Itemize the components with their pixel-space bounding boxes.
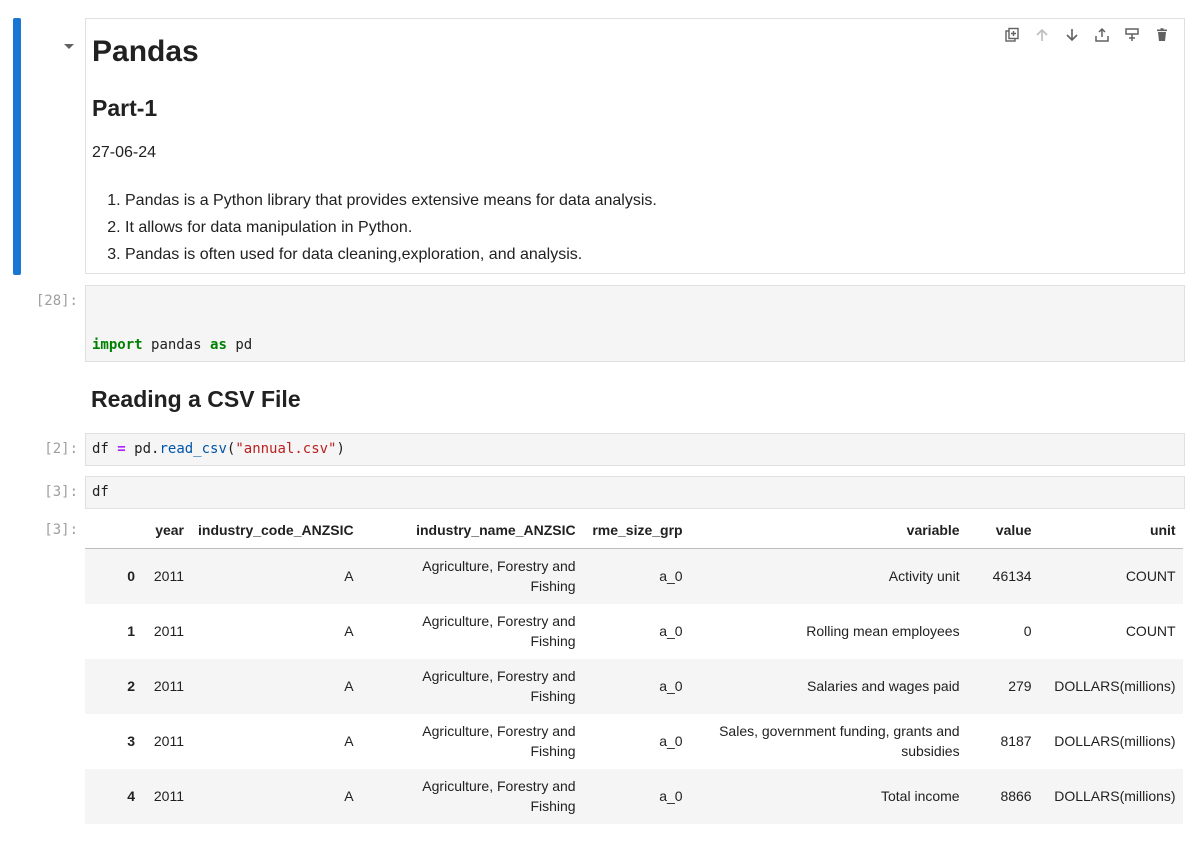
cell-value: 8866 <box>1000 788 1032 804</box>
cell-size: a_0 <box>659 788 683 804</box>
cell-value: 279 <box>1008 678 1032 694</box>
cell-variable: Sales, government funding, grants and sub… <box>719 723 960 759</box>
code-cell-read-csv[interactable]: df = pd.read_csv("annual.csv") <box>85 433 1185 466</box>
code-cell-import[interactable]: import pandas as pd <box>85 285 1185 362</box>
move-up-icon[interactable] <box>1032 25 1052 45</box>
row-index: 3 <box>127 733 135 749</box>
column-header: variable <box>689 512 967 549</box>
cell-unit: COUNT <box>1125 568 1176 585</box>
dataframe-table: year industry_code_ANZSIC industry_name_… <box>85 512 1183 844</box>
cell-industry-name: Agriculture, Forestry and Fishing <box>422 668 576 704</box>
cell-prompt: [28]: <box>35 293 78 309</box>
cell-unit: DOLLARS(millions) <box>1054 788 1176 804</box>
cell-year: 2011 <box>153 678 184 694</box>
table-row: 3 2011 A Agriculture, Forestry and Fishin… <box>85 714 1183 769</box>
operator: = <box>117 441 126 457</box>
move-down-icon[interactable] <box>1062 25 1082 45</box>
cell-code: A <box>344 678 354 694</box>
cell-size: a_0 <box>659 623 683 639</box>
duplicate-icon[interactable] <box>1002 25 1022 45</box>
cell-variable: Salaries and wages paid <box>807 678 960 694</box>
alias-name: pd <box>235 337 253 353</box>
section-subtitle: Part-1 <box>92 95 158 121</box>
cell-industry-name: Agriculture, Forestry and Fishing <box>422 778 576 814</box>
cell-size: a_0 <box>659 568 683 585</box>
cell-year: 2011 <box>153 623 184 639</box>
output-prompt: [3]: <box>44 522 78 538</box>
row-index: 1 <box>127 623 135 639</box>
list-item: Pandas is often used for data cleaning,e… <box>125 241 657 268</box>
cell-code: A <box>344 788 354 804</box>
cell-size: a_0 <box>659 678 683 694</box>
table-row: 2 2011 A Agriculture, Forestry and Fishin… <box>85 658 1183 714</box>
cell-value: 46134 <box>992 568 1032 585</box>
cell-code: A <box>344 568 354 585</box>
table-header-row: year industry_code_ANZSIC industry_name_… <box>85 512 1183 549</box>
column-header: unit <box>1038 512 1183 549</box>
string-literal: "annual.csv" <box>235 441 337 457</box>
cell-year: 2011 <box>153 568 184 585</box>
cell-unit: COUNT <box>1125 623 1176 639</box>
cell-year: 2011 <box>153 733 184 749</box>
module-name: pandas <box>151 337 202 353</box>
column-header: industry_name_ANZSIC <box>360 512 583 549</box>
cell-prompt: [3]: <box>44 484 78 500</box>
collapse-caret-icon[interactable] <box>63 40 75 52</box>
insert-below-icon[interactable] <box>1122 25 1142 45</box>
markdown-cell[interactable]: Pandas Part-1 27-06-24 Pandas is a Pytho… <box>85 18 1185 274</box>
list-item: Pandas is a Python library that provides… <box>125 187 657 214</box>
row-index: 2 <box>127 678 135 694</box>
table-row: 1 2011 A Agriculture, Forestry and Fishin… <box>85 604 1183 659</box>
row-index: 4 <box>127 788 135 804</box>
cell-industry-name: Agriculture, Forestry and Fishing <box>422 613 576 649</box>
table-row: 0 2011 A Agriculture, Forestry and Fishin… <box>85 548 1183 604</box>
keyword: as <box>210 337 227 353</box>
cell-prompt: [2]: <box>44 441 78 457</box>
active-cell-indicator <box>13 18 21 275</box>
cell-variable: Activity unit <box>888 568 960 585</box>
function-name: read_csv <box>159 441 227 457</box>
cell-value: 8187 <box>1000 733 1032 749</box>
cell-industry-name: Agriculture, Forestry and Fishing <box>422 558 576 595</box>
cell-industry-name: Agriculture, Forestry and Fishing <box>422 723 576 759</box>
cell-toolbar <box>1002 25 1172 45</box>
column-header: rme_size_grp <box>582 512 690 549</box>
delete-icon[interactable] <box>1152 25 1172 45</box>
cell-unit: DOLLARS(millions) <box>1054 733 1176 749</box>
column-header: industry_code_ANZSIC <box>191 512 361 549</box>
notebook-title: Pandas <box>92 35 199 68</box>
column-header <box>85 512 142 549</box>
cell-unit: DOLLARS(millions) <box>1054 678 1176 694</box>
paren: ) <box>336 441 345 457</box>
cell-year: 2011 <box>153 788 184 804</box>
intro-list: Pandas is a Python library that provides… <box>107 187 657 268</box>
cell-variable: Rolling mean employees <box>806 623 960 639</box>
cell-size: a_0 <box>659 733 683 749</box>
column-header: year <box>142 512 191 549</box>
cell-code: A <box>344 733 354 749</box>
keyword: import <box>92 337 143 353</box>
cell-value: 0 <box>1023 623 1032 639</box>
column-header: value <box>966 512 1039 549</box>
variable-name: df <box>92 441 109 457</box>
code-line: import pandas as pd <box>92 337 252 353</box>
code-cell-df[interactable]: df <box>85 476 1185 509</box>
cell-code: A <box>344 623 354 639</box>
row-index: 0 <box>127 568 135 585</box>
code-line: df = pd.read_csv("annual.csv") <box>92 441 345 457</box>
code-line: df <box>92 484 109 500</box>
object-name: pd. <box>134 441 160 457</box>
cell-variable: Total income <box>881 788 960 804</box>
section-heading: Reading a CSV File <box>91 386 301 412</box>
insert-above-icon[interactable] <box>1092 25 1112 45</box>
date-text: 27-06-24 <box>92 144 157 161</box>
list-item: It allows for data manipulation in Pytho… <box>125 214 657 241</box>
table-row: 4 2011 A Agriculture, Forestry and Fishin… <box>85 768 1183 824</box>
